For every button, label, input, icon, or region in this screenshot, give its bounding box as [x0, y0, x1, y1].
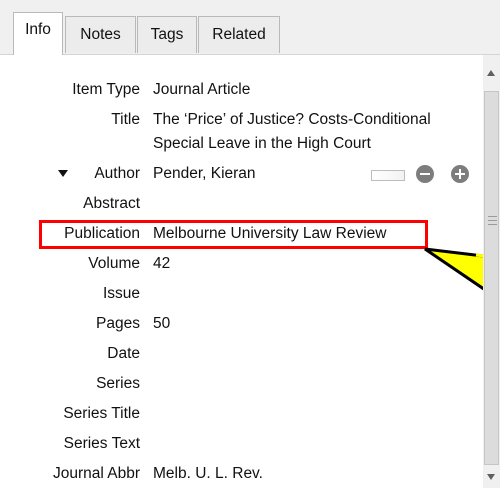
tab-related[interactable]: Related	[198, 16, 280, 53]
item-type-value[interactable]: Journal Article	[153, 81, 250, 99]
abstract-label: Abstract	[83, 195, 140, 212]
journal-abbr-value[interactable]: Melb. U. L. Rev.	[153, 465, 263, 483]
journal-abbr-label: Journal Abbr	[52, 465, 140, 482]
author-value[interactable]: Pender, Kieran	[153, 165, 256, 183]
plus-circle-icon[interactable]	[451, 165, 469, 183]
scroll-down-arrow-icon[interactable]	[487, 474, 495, 480]
title-label: Title	[111, 111, 140, 128]
series-title-label: Series Title	[63, 405, 140, 422]
series-label: Series	[96, 375, 140, 392]
scroll-thumb[interactable]	[484, 91, 499, 465]
title-value-line-1[interactable]: The ‘Price’ of Justice? Costs-Conditiona…	[153, 111, 431, 129]
publication-highlight-box	[39, 220, 428, 249]
vertical-scrollbar[interactable]	[483, 55, 500, 488]
scroll-up-arrow-icon[interactable]	[487, 70, 495, 76]
tab-notes[interactable]: Notes	[65, 16, 136, 53]
series-text-label: Series Text	[63, 435, 140, 452]
volume-label: Volume	[88, 255, 140, 272]
issue-label: Issue	[102, 285, 140, 302]
creator-mode-switch[interactable]	[371, 170, 405, 181]
tab-strip: Info Notes Tags Related	[0, 0, 500, 55]
title-value-line-2[interactable]: Special Leave in the High Court	[153, 135, 371, 153]
date-label: Date	[107, 345, 140, 362]
author-label[interactable]: Author	[94, 165, 140, 183]
pages-value[interactable]: 50	[153, 315, 170, 333]
item-type-label: Item Type	[72, 81, 140, 98]
volume-value[interactable]: 42	[153, 255, 170, 273]
minus-circle-icon[interactable]	[416, 165, 434, 183]
tab-info[interactable]: Info	[13, 12, 63, 55]
triangle-down-icon[interactable]	[58, 170, 68, 177]
pages-label: Pages	[96, 315, 140, 332]
tab-tags[interactable]: Tags	[137, 16, 197, 53]
